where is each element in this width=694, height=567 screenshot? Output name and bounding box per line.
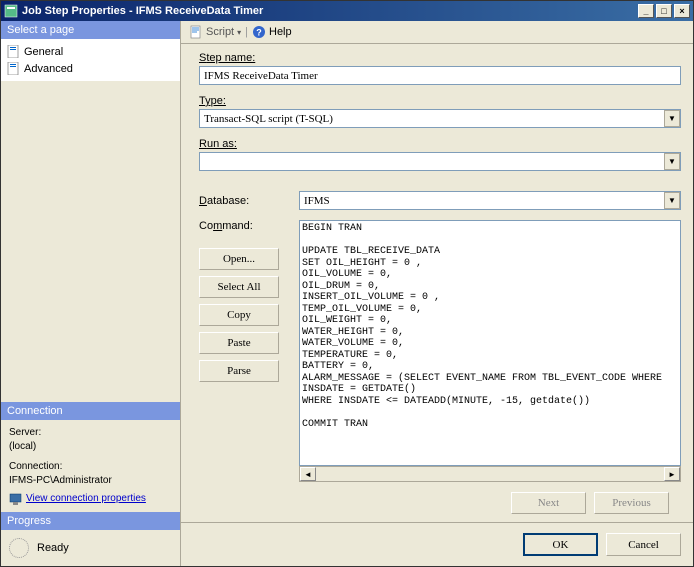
nav-buttons: Next Previous [199, 482, 681, 518]
script-button[interactable]: Script ▾ [189, 25, 241, 39]
previous-button[interactable]: Previous [594, 492, 669, 514]
database-select[interactable] [299, 191, 681, 210]
open-button[interactable]: Open... [199, 248, 279, 270]
command-textarea[interactable] [299, 220, 681, 466]
connection-header: Connection [1, 402, 180, 420]
command-section: Command: Open... Select All Copy Paste P… [199, 220, 681, 482]
ok-button[interactable]: OK [523, 533, 598, 556]
svg-text:?: ? [256, 28, 262, 38]
connection-panel: Server: (local) Connection: IFMS-PC\Admi… [1, 420, 180, 512]
help-button[interactable]: ? Help [252, 25, 292, 39]
page-icon [7, 62, 20, 75]
dialog-window: Job Step Properties - IFMS ReceiveData T… [0, 0, 694, 567]
minimize-button[interactable]: _ [638, 4, 654, 18]
help-label: Help [269, 26, 292, 38]
database-field: Database: ▼ [199, 191, 681, 210]
maximize-button[interactable]: □ [656, 4, 672, 18]
form-area: Step name: Type: ▼ Run as: ▼ [181, 44, 693, 522]
dialog-body: Select a page General Advanced Connectio… [1, 21, 693, 566]
sidebar-item-label: General [24, 46, 63, 58]
step-name-field: Step name: [199, 52, 681, 85]
scroll-right-icon[interactable]: ► [664, 467, 680, 481]
select-all-button[interactable]: Select All [199, 276, 279, 298]
view-connection-link[interactable]: View connection properties [9, 492, 172, 506]
run-as-label: Run as: [199, 138, 681, 150]
script-icon [189, 25, 203, 39]
command-text-wrap: ◄ ► [299, 220, 681, 482]
step-name-input[interactable] [199, 66, 681, 85]
sidebar-item-label: Advanced [24, 63, 73, 75]
cancel-button[interactable]: Cancel [606, 533, 681, 556]
title-bar: Job Step Properties - IFMS ReceiveData T… [1, 1, 693, 21]
help-icon: ? [252, 25, 266, 39]
toolbar: Script ▾ | ? Help [181, 21, 693, 44]
sidebar: Select a page General Advanced Connectio… [1, 21, 181, 566]
sidebar-item-general[interactable]: General [5, 43, 176, 60]
select-page-header: Select a page [1, 21, 180, 39]
parse-button[interactable]: Parse [199, 360, 279, 382]
run-as-select[interactable] [199, 152, 681, 171]
close-button[interactable]: × [674, 4, 690, 18]
command-buttons-column: Command: Open... Select All Copy Paste P… [199, 220, 289, 482]
connection-value: IFMS-PC\Administrator [9, 474, 172, 488]
connection-label: Connection: [9, 460, 172, 474]
toolbar-separator: | [245, 26, 248, 38]
type-select[interactable] [199, 109, 681, 128]
sidebar-spacer [1, 81, 180, 402]
script-label: Script [206, 26, 234, 38]
progress-header: Progress [1, 512, 180, 530]
server-label: Server: [9, 426, 172, 440]
type-field: Type: ▼ [199, 95, 681, 128]
step-name-label: Step name: [199, 52, 681, 64]
copy-button[interactable]: Copy [199, 304, 279, 326]
nav-list: General Advanced [1, 39, 180, 81]
progress-status: Ready [37, 542, 69, 554]
sidebar-item-advanced[interactable]: Advanced [5, 60, 176, 77]
window-title: Job Step Properties - IFMS ReceiveData T… [22, 5, 638, 17]
database-label: Database: [199, 195, 289, 207]
run-as-field: Run as: ▼ [199, 138, 681, 171]
horizontal-scrollbar[interactable]: ◄ ► [299, 466, 681, 482]
page-icon [7, 45, 20, 58]
paste-button[interactable]: Paste [199, 332, 279, 354]
connection-icon [9, 493, 22, 506]
server-value: (local) [9, 440, 172, 454]
scroll-left-icon[interactable]: ◄ [300, 467, 316, 481]
main-panel: Script ▾ | ? Help Step name: Type: [181, 21, 693, 566]
app-icon [4, 4, 18, 18]
type-label: Type: [199, 95, 681, 107]
progress-spinner-icon [9, 538, 29, 558]
command-label: Command: [199, 220, 289, 232]
next-button[interactable]: Next [511, 492, 586, 514]
progress-panel: Ready [1, 530, 180, 566]
window-controls: _ □ × [638, 4, 690, 18]
connection-link-text: View connection properties [26, 492, 146, 506]
dialog-footer: OK Cancel [181, 522, 693, 566]
